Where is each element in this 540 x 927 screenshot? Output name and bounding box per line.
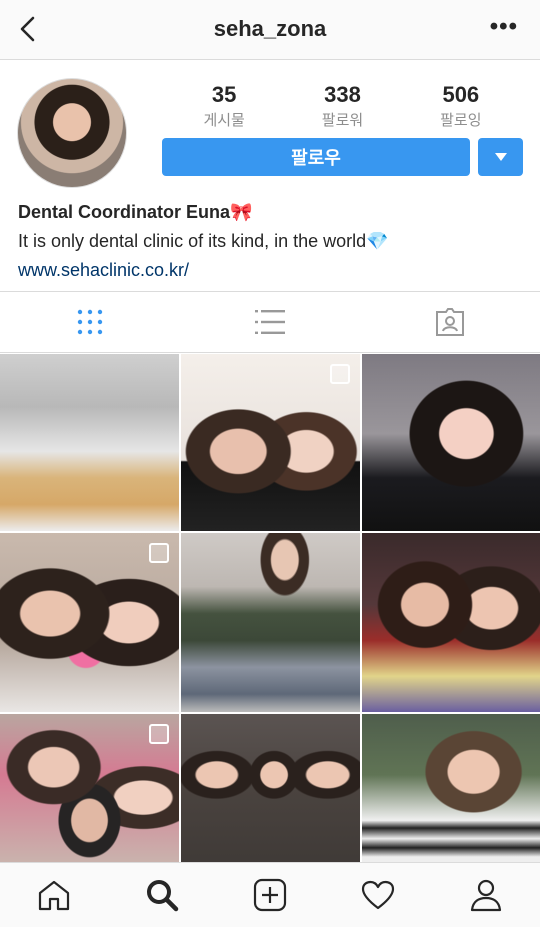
profile-name: Dental Coordinator Euna🎀 [18,202,253,222]
post-thumbnail[interactable] [0,714,179,866]
search-icon [147,880,179,912]
stat-following-count: 506 [442,82,480,107]
profile-icon [470,879,502,912]
more-options-button[interactable]: ••• [490,15,518,39]
stat-posts-count: 35 [211,82,237,107]
tab-tagged[interactable] [360,292,540,352]
stat-posts-label: 게시물 [203,112,245,129]
post-thumbnail[interactable] [181,354,360,531]
profile-bio: Dental Coordinator Euna🎀 It is only dent… [18,198,523,285]
bottom-nav [0,862,540,927]
post-thumbnail[interactable] [362,533,540,712]
nav-profile[interactable] [432,863,540,927]
nav-activity[interactable] [324,863,432,927]
new-post-icon [253,878,287,912]
avatar[interactable] [17,78,127,188]
tagged-icon [436,308,464,336]
multiple-photos-icon [149,543,169,563]
post-thumbnail[interactable] [0,354,179,531]
tab-list[interactable] [180,292,360,352]
post-thumbnail[interactable] [181,533,360,712]
nav-new-post[interactable] [216,863,324,927]
post-thumbnail[interactable] [362,714,540,866]
stat-posts[interactable]: 35 게시물 [165,82,283,132]
triangle-down-icon [494,153,507,161]
nav-search[interactable] [108,863,216,927]
follow-button[interactable]: 팔로우 [162,138,470,176]
suggestions-dropdown-button[interactable] [478,138,523,176]
stat-followers-count: 338 [324,82,361,107]
tab-grid[interactable] [0,292,180,352]
multiple-photos-icon [330,364,350,384]
home-icon [38,880,70,911]
profile-tabs [0,291,540,353]
list-icon [255,310,285,334]
stat-followers[interactable]: 338 팔로워 [283,82,401,132]
post-grid [0,354,540,866]
post-thumbnail[interactable] [181,714,360,866]
multiple-photos-icon [149,724,169,744]
nav-home[interactable] [0,863,108,927]
profile-stats: 35 게시물 338 팔로워 506 팔로잉 [165,82,520,132]
website-link[interactable]: www.sehaclinic.co.kr/ [18,256,523,285]
grid-icon [77,309,103,335]
post-thumbnail[interactable] [0,533,179,712]
stat-followers-label: 팔로워 [321,112,364,129]
stat-following-label: 팔로잉 [440,112,482,129]
stat-following[interactable]: 506 팔로잉 [402,82,520,132]
bio-text: It is only dental clinic of its kind, in… [18,231,389,251]
heart-icon [361,880,395,910]
post-thumbnail[interactable] [362,354,540,531]
more-icon: ••• [489,13,518,40]
top-bar: seha_zona ••• [0,0,540,60]
username-title: seha_zona [213,16,327,41]
